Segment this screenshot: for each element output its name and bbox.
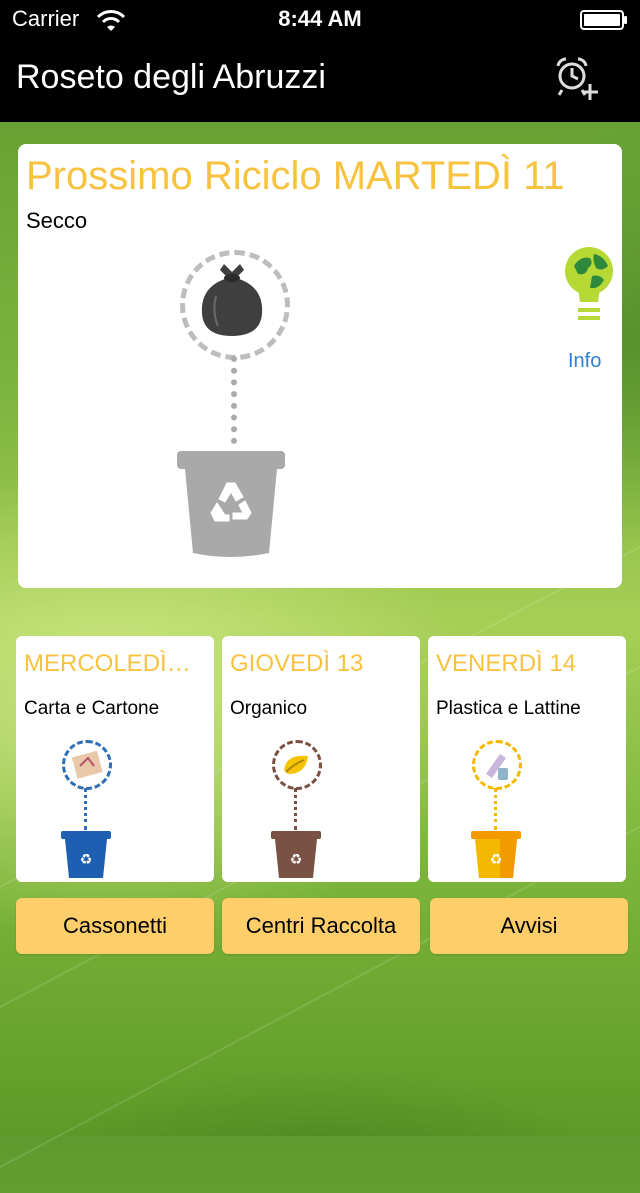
svg-text:♻: ♻ (290, 852, 303, 868)
next-pickup-card: Prossimo Riciclo MARTEDÌ 11 Secco Info (18, 144, 622, 588)
blue-bin-icon: ♻ (61, 831, 111, 878)
gray-bin-icon (177, 451, 285, 557)
day-card-wednesday[interactable]: MERCOLEDÌ… Carta e Cartone ♻ (16, 636, 214, 882)
bins-button[interactable]: Cassonetti (16, 898, 214, 954)
day-card-friday[interactable]: VENERDÌ 14 Plastica e Lattine ♻ (428, 636, 626, 882)
day-waste-type: Carta e Cartone (24, 698, 160, 719)
lightbulb-globe-icon[interactable] (564, 246, 614, 332)
paper-icon (71, 750, 103, 779)
next-pickup-title: Prossimo Riciclo MARTEDÌ 11 (26, 154, 565, 198)
next-pickup-waste-type: Secco (26, 208, 88, 233)
alarm-add-icon[interactable] (552, 54, 602, 104)
connector-line (84, 788, 87, 830)
day-title: MERCOLEDÌ… (24, 650, 191, 677)
connector-line (494, 788, 497, 830)
plastic-icon (486, 754, 508, 780)
yellow-bin-icon: ♻ (471, 831, 521, 878)
svg-text:♻: ♻ (80, 852, 93, 868)
day-title: GIOVEDÌ 13 (230, 650, 364, 677)
page-title: Roseto degli Abruzzi (16, 58, 326, 96)
info-link[interactable]: Info (568, 350, 601, 373)
notices-button[interactable]: Avvisi (430, 898, 628, 954)
trash-bag-icon (201, 264, 263, 336)
day-waste-type: Plastica e Lattine (436, 698, 581, 719)
brown-bin-icon: ♻ (271, 831, 321, 878)
status-time: 8:44 AM (278, 6, 362, 31)
day-title: VENERDÌ 14 (436, 650, 577, 677)
connector-line (294, 788, 297, 830)
svg-text:♻: ♻ (490, 852, 503, 868)
organic-icon (284, 755, 308, 774)
nav-bar: Roseto degli Abruzzi (0, 40, 640, 122)
battery-icon (580, 10, 627, 30)
day-card-thursday[interactable]: GIOVEDÌ 13 Organico ♻ (222, 636, 420, 882)
day-waste-type: Organico (230, 698, 308, 719)
status-bar: Carrier 8:44 AM (0, 0, 640, 40)
collection-centers-button[interactable]: Centri Raccolta (222, 898, 420, 954)
connector-line (231, 356, 237, 444)
